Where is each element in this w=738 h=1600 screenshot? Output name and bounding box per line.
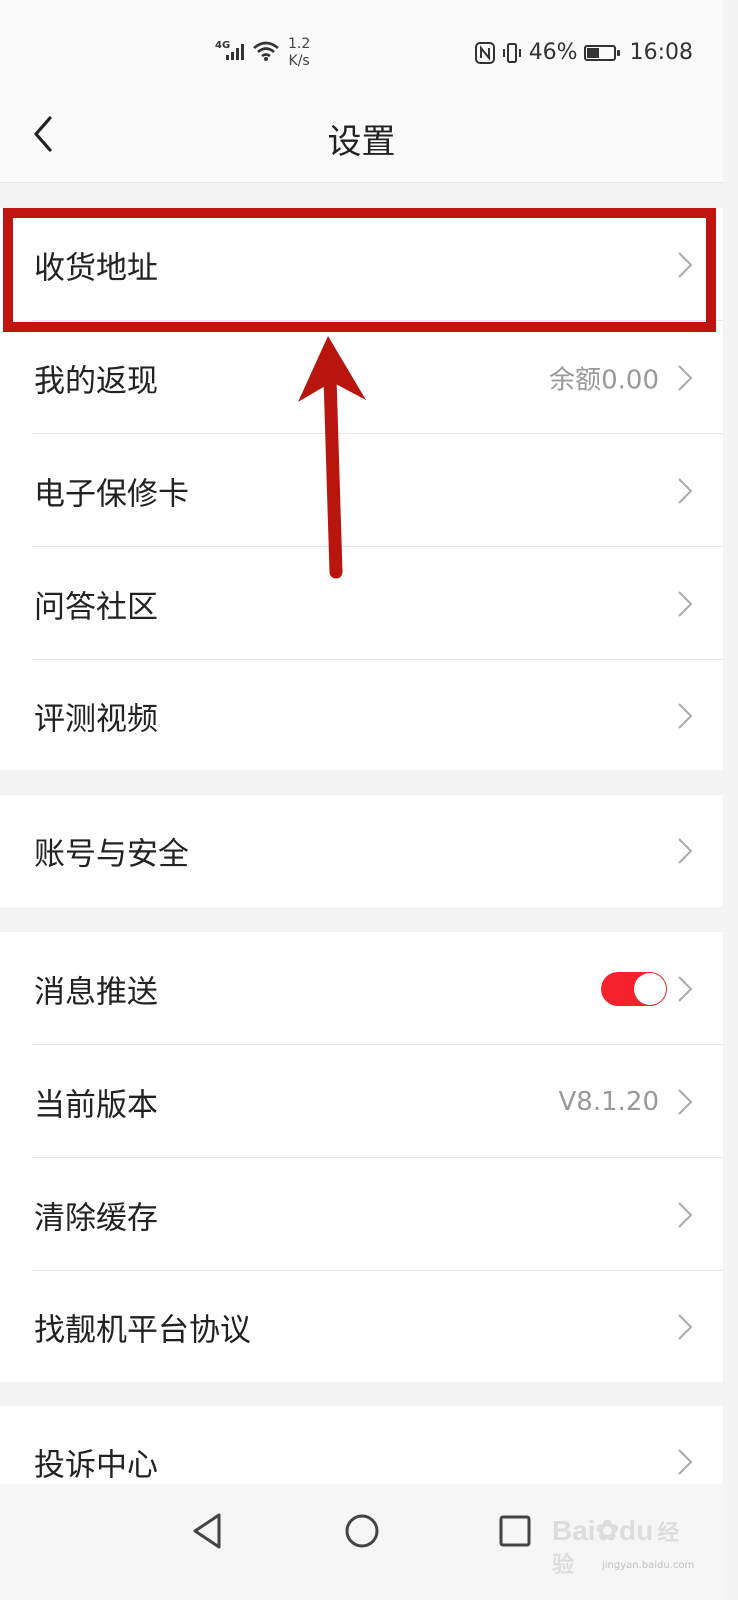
row-label: 找靓机平台协议 xyxy=(34,1312,251,1349)
version-value: V8.1.20 xyxy=(558,1086,659,1117)
wifi-icon xyxy=(253,41,279,61)
network-speed: 1.2 K/s xyxy=(288,36,310,70)
chevron-right-icon xyxy=(678,590,693,617)
push-toggle[interactable] xyxy=(601,971,667,1006)
chevron-right-icon xyxy=(678,703,693,729)
row-label: 我的返现 xyxy=(34,363,158,399)
row-label: 收货地址 xyxy=(34,250,158,286)
battery-percent: 46% xyxy=(528,40,578,65)
speed-unit: K/s xyxy=(288,53,310,69)
toggle-knob xyxy=(634,972,666,1005)
status-right: 46% 16:08 xyxy=(474,40,693,65)
row-my-cashback[interactable]: 我的返现 余额0.00 xyxy=(0,321,723,434)
chevron-right-icon xyxy=(678,1088,693,1115)
chevron-right-icon xyxy=(678,838,693,864)
nav-home-icon[interactable] xyxy=(337,1506,387,1556)
settings-group-app: 消息推送 当前版本 V8.1.20 清除缓存 找靓机平台协议 xyxy=(0,932,723,1382)
nav-back-icon[interactable] xyxy=(183,1506,233,1556)
row-account-security[interactable]: 账号与安全 xyxy=(0,795,723,907)
top-app-bar: 设置 xyxy=(0,100,723,183)
row-label: 账号与安全 xyxy=(34,836,189,873)
status-bar: 4G 1.2 K/s 46% 16:08 xyxy=(0,0,723,100)
chevron-right-icon xyxy=(678,1449,693,1475)
chevron-right-icon xyxy=(678,975,693,1002)
nfc-icon xyxy=(474,41,495,64)
chevron-right-icon xyxy=(678,1201,693,1228)
row-clear-cache[interactable]: 清除缓存 xyxy=(0,1158,723,1271)
row-platform-agreement[interactable]: 找靓机平台协议 xyxy=(0,1271,723,1383)
row-review-videos[interactable]: 评测视频 xyxy=(0,660,723,772)
settings-group-main: 收货地址 我的返现 余额0.00 电子保修卡 问答社区 评测视频 xyxy=(0,208,723,770)
row-label: 消息推送 xyxy=(34,974,158,1010)
row-push-notifications[interactable]: 消息推送 xyxy=(0,932,723,1045)
chevron-right-icon xyxy=(678,364,693,391)
chevron-right-icon xyxy=(678,477,693,504)
row-warranty-card[interactable]: 电子保修卡 xyxy=(0,434,723,547)
row-label: 清除缓存 xyxy=(34,1200,158,1236)
row-label: 问答社区 xyxy=(34,589,158,625)
signal-icon xyxy=(226,44,244,60)
nav-recents-icon[interactable] xyxy=(490,1506,540,1556)
row-label: 投诉中心 xyxy=(34,1447,158,1484)
chevron-right-icon xyxy=(678,251,693,278)
row-label: 评测视频 xyxy=(34,701,158,738)
row-qa-community[interactable]: 问答社区 xyxy=(0,547,723,660)
speed-value: 1.2 xyxy=(288,36,311,52)
page-title: 设置 xyxy=(327,122,396,162)
row-label: 当前版本 xyxy=(34,1087,158,1123)
chevron-right-icon xyxy=(678,1314,693,1340)
row-label: 电子保修卡 xyxy=(34,476,189,512)
row-current-version[interactable]: 当前版本 V8.1.20 xyxy=(0,1045,723,1158)
row-shipping-address[interactable]: 收货地址 xyxy=(0,208,723,321)
clock: 16:08 xyxy=(629,40,693,65)
vibrate-icon xyxy=(502,42,521,63)
battery-icon xyxy=(583,44,620,61)
settings-group-account: 账号与安全 xyxy=(0,795,723,907)
cashback-balance: 余额0.00 xyxy=(549,365,659,395)
system-nav-bar xyxy=(0,1484,723,1600)
